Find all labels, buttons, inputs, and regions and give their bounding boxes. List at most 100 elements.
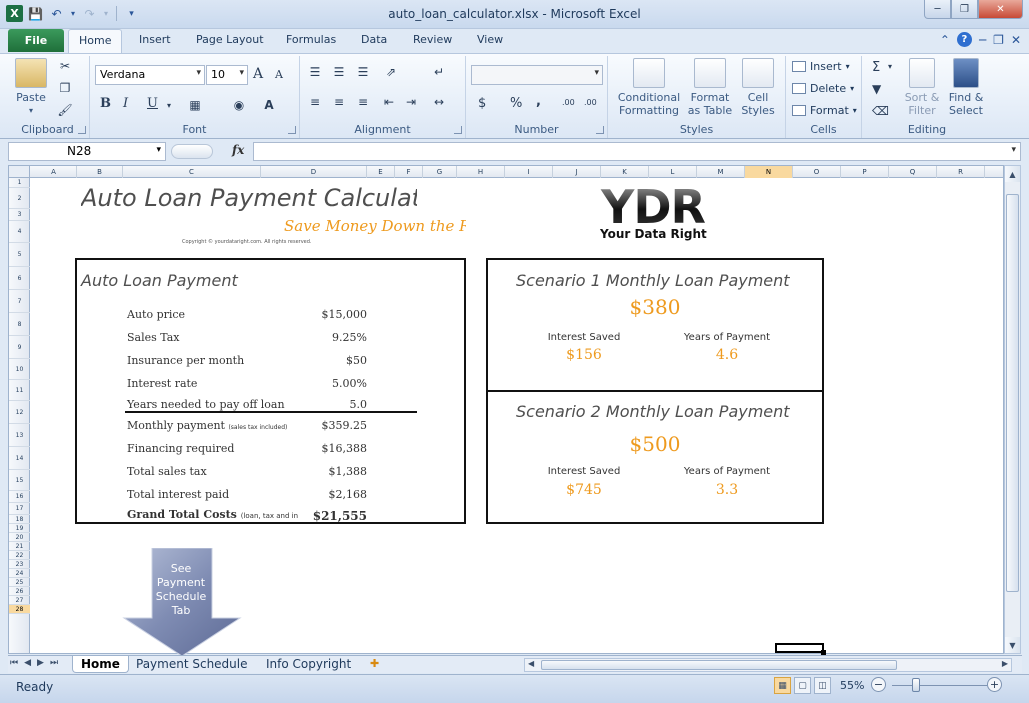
row-header-27[interactable]: 27 [9, 596, 30, 605]
row-header-26[interactable]: 26 [9, 587, 30, 596]
scenario1-interest-value[interactable]: $156 [529, 347, 639, 363]
clear-icon[interactable]: ⌫ [872, 104, 889, 118]
row-header-24[interactable]: 24 [9, 569, 30, 578]
row-header-2[interactable]: 2 [9, 188, 30, 209]
row-header-28[interactable]: 28 [9, 605, 30, 614]
scenario1-title[interactable]: Scenario 1 Monthly Loan Payment [516, 271, 790, 290]
loan-row-value[interactable]: $16,388 [322, 442, 368, 455]
copyright-text[interactable]: Copyright © yourdataright.com. All right… [182, 239, 312, 245]
borders-icon[interactable]: ▦ [186, 97, 204, 113]
formula-bar-buttons[interactable] [171, 144, 213, 159]
row-header-3[interactable]: 3 [9, 209, 30, 221]
column-header-j[interactable]: J [553, 166, 601, 178]
arrow-button-text[interactable]: See Payment Schedule Tab [147, 562, 215, 618]
page-layout-view-icon[interactable]: ▢ [794, 677, 811, 694]
scroll-up-icon[interactable]: ▲ [1005, 166, 1020, 182]
wrap-text-icon[interactable]: ↵ [430, 64, 448, 80]
scroll-left-icon[interactable]: ◀ [528, 659, 534, 668]
insert-function-button[interactable]: fx [232, 143, 244, 157]
column-header-h[interactable]: H [457, 166, 505, 178]
column-header-e[interactable]: E [367, 166, 395, 178]
workbook-close-icon[interactable]: ✕ [1011, 33, 1021, 47]
row-header-14[interactable]: 14 [9, 447, 30, 470]
row-header-15[interactable]: 15 [9, 470, 30, 491]
formula-input[interactable]: ▾ [253, 142, 1021, 161]
column-header-g[interactable]: G [423, 166, 457, 178]
loan-row-value[interactable]: $359.25 [322, 419, 368, 432]
column-header-i[interactable]: I [505, 166, 553, 178]
scenario2-years-value[interactable]: 3.3 [672, 482, 782, 498]
bold-button[interactable]: B [100, 96, 111, 111]
loan-row-label[interactable]: Auto price [127, 308, 185, 321]
insert-cells-button[interactable]: Insert ▾ [792, 60, 850, 73]
row-header-4[interactable]: 4 [9, 221, 30, 243]
name-box[interactable]: N28 ▾ [8, 142, 166, 161]
zoom-slider-knob[interactable] [911, 678, 920, 692]
horizontal-scroll-thumb[interactable] [541, 660, 897, 670]
sheet-subtitle[interactable]: Save Money Down the Road [284, 217, 466, 235]
decrease-indent-icon[interactable]: ⇤ [380, 94, 398, 110]
loan-row-value[interactable]: $50 [346, 354, 367, 367]
scenario1-years-label[interactable]: Years of Payment [672, 332, 782, 343]
scenario1-years-value[interactable]: 4.6 [672, 347, 782, 363]
column-header-c[interactable]: C [123, 166, 261, 178]
tab-view[interactable]: View [477, 33, 503, 46]
scenario1-interest-label[interactable]: Interest Saved [529, 332, 639, 343]
underline-dropdown-icon[interactable]: ▾ [160, 97, 178, 113]
row-header-21[interactable]: 21 [9, 542, 30, 551]
loan-row-label[interactable]: Financing required [127, 442, 234, 455]
align-center-icon[interactable]: ≡ [330, 94, 348, 110]
format-as-table-button[interactable]: Format as Table [684, 58, 736, 117]
find-select-button[interactable]: Find & Select [944, 58, 988, 117]
tab-review[interactable]: Review [413, 33, 452, 46]
column-header-d[interactable]: D [261, 166, 367, 178]
workbook-minimize-icon[interactable]: ─ [979, 33, 986, 47]
font-launcher-icon[interactable] [288, 126, 296, 134]
loan-row-value[interactable]: 5.0 [350, 398, 368, 411]
loan-row-value[interactable]: $15,000 [322, 308, 368, 321]
column-header-m[interactable]: M [697, 166, 745, 178]
scenario2-years-label[interactable]: Years of Payment [672, 466, 782, 477]
row-header-25[interactable]: 25 [9, 578, 30, 587]
sheet-tab-home[interactable]: Home [72, 656, 129, 673]
loan-row-value[interactable]: $21,555 [313, 509, 367, 523]
loan-row-label[interactable]: Total sales tax [127, 465, 207, 478]
normal-view-icon[interactable]: ▦ [774, 677, 791, 694]
active-cell-n28[interactable] [775, 643, 826, 655]
autosum-button[interactable]: Σ [872, 60, 880, 75]
tab-insert[interactable]: Insert [139, 33, 171, 46]
conditional-formatting-button[interactable]: Conditional Formatting [614, 58, 684, 117]
column-header-r[interactable]: R [937, 166, 985, 178]
row-header-13[interactable]: 13 [9, 424, 30, 447]
tab-home[interactable]: Home [68, 29, 123, 53]
percent-button[interactable]: % [510, 96, 522, 111]
restore-button[interactable]: ❐ [951, 0, 978, 19]
row-header-11[interactable]: 11 [9, 380, 30, 401]
zoom-out-icon[interactable]: − [871, 677, 886, 692]
orientation-icon[interactable]: ⇗ [382, 64, 400, 80]
next-sheet-icon[interactable]: ▶ [37, 658, 44, 668]
clipboard-launcher-icon[interactable] [78, 126, 86, 134]
sort-filter-button[interactable]: Sort & Filter [900, 58, 944, 117]
sheet-title[interactable]: Auto Loan Payment Calculator [81, 184, 417, 212]
minimize-button[interactable]: ─ [924, 0, 951, 19]
expand-formula-bar-icon[interactable]: ▾ [1011, 145, 1016, 155]
column-header-n[interactable]: N [745, 166, 793, 178]
increase-indent-icon[interactable]: ⇥ [402, 94, 420, 110]
column-header-o[interactable]: O [793, 166, 841, 178]
loan-row-value[interactable]: $2,168 [329, 488, 368, 501]
fill-color-icon[interactable]: ◉ [230, 97, 248, 113]
scenario2-interest-value[interactable]: $745 [529, 482, 639, 498]
loan-row-value[interactable]: 9.25% [332, 331, 367, 344]
format-cells-button[interactable]: Format ▾ [792, 104, 857, 117]
vertical-scrollbar[interactable]: ▲ ▼ [1004, 165, 1021, 654]
close-button[interactable]: ✕ [978, 0, 1023, 19]
cell-styles-button[interactable]: Cell Styles [736, 58, 780, 117]
loan-row-value[interactable]: 5.00% [332, 377, 367, 390]
align-left-icon[interactable]: ≡ [306, 94, 324, 110]
row-header-7[interactable]: 7 [9, 290, 30, 313]
currency-button[interactable]: $ [478, 96, 486, 111]
align-bottom-icon[interactable]: ☰ [354, 64, 372, 80]
scenario2-title[interactable]: Scenario 2 Monthly Loan Payment [516, 402, 790, 421]
help-icon[interactable]: ? [956, 32, 972, 47]
